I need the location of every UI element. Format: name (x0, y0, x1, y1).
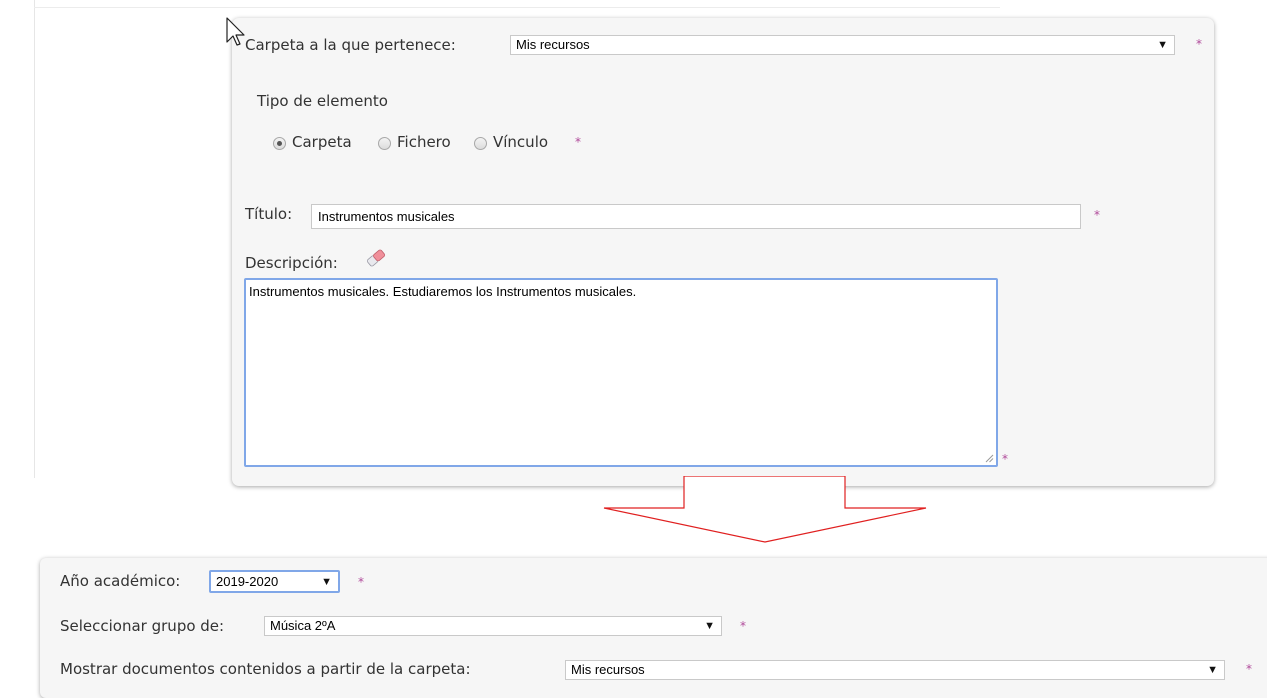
radio-carpeta[interactable] (273, 137, 286, 150)
dropdown-arrow-icon: ▼ (321, 576, 332, 588)
radio-vinculo[interactable] (474, 137, 487, 150)
group-label: Seleccionar grupo de: (60, 617, 225, 635)
folder-label: Carpeta a la que pertenece: (245, 36, 456, 54)
group-required-mark: * (740, 619, 746, 633)
mouse-pointer-icon (226, 17, 245, 46)
eraser-icon[interactable] (365, 248, 387, 272)
page-left-border (34, 0, 35, 478)
filters-panel: Año académico: 2019-2020 ▼ * Seleccionar… (40, 558, 1267, 698)
start-folder-select-value: Mis recursos (571, 662, 645, 677)
radio-fichero[interactable] (378, 137, 391, 150)
dropdown-arrow-icon: ▼ (704, 620, 715, 632)
resize-grip-icon[interactable] (984, 453, 994, 463)
folder-select[interactable]: Mis recursos ▼ (510, 35, 1175, 55)
start-folder-select[interactable]: Mis recursos ▼ (565, 660, 1225, 680)
element-type-label: Tipo de elemento (257, 92, 388, 110)
radio-vinculo-label[interactable]: Vínculo (493, 133, 548, 151)
description-label: Descripción: (245, 254, 338, 272)
description-required-mark: * (1002, 452, 1008, 466)
dropdown-arrow-icon: ▼ (1157, 39, 1168, 51)
title-required-mark: * (1094, 208, 1100, 222)
description-textarea[interactable]: Instrumentos musicales. Estudiaremos los… (244, 278, 998, 467)
start-folder-label: Mostrar documentos contenidos a partir d… (60, 660, 471, 678)
radio-carpeta-label[interactable]: Carpeta (292, 133, 352, 151)
year-select-value: 2019-2020 (216, 574, 279, 589)
description-text: Instrumentos musicales. Estudiaremos los… (249, 284, 637, 299)
title-input[interactable]: Instrumentos musicales (311, 204, 1081, 229)
start-folder-required-mark: * (1246, 662, 1252, 676)
group-select-value: Música 2ºA (270, 618, 336, 633)
dropdown-arrow-icon: ▼ (1207, 664, 1218, 676)
resource-form-panel: Carpeta a la que pertenece: Mis recursos… (232, 18, 1214, 486)
page-top-border (34, 7, 1000, 8)
title-label: Título: (245, 205, 293, 223)
folder-required-mark: * (1196, 37, 1202, 51)
year-select[interactable]: 2019-2020 ▼ (209, 570, 340, 593)
radio-fichero-label[interactable]: Fichero (397, 133, 451, 151)
year-required-mark: * (358, 575, 364, 589)
type-required-mark: * (575, 135, 581, 149)
group-select[interactable]: Música 2ºA ▼ (264, 616, 722, 636)
down-arrow-icon (603, 476, 927, 543)
year-label: Año académico: (60, 572, 181, 590)
folder-select-value: Mis recursos (516, 37, 590, 52)
